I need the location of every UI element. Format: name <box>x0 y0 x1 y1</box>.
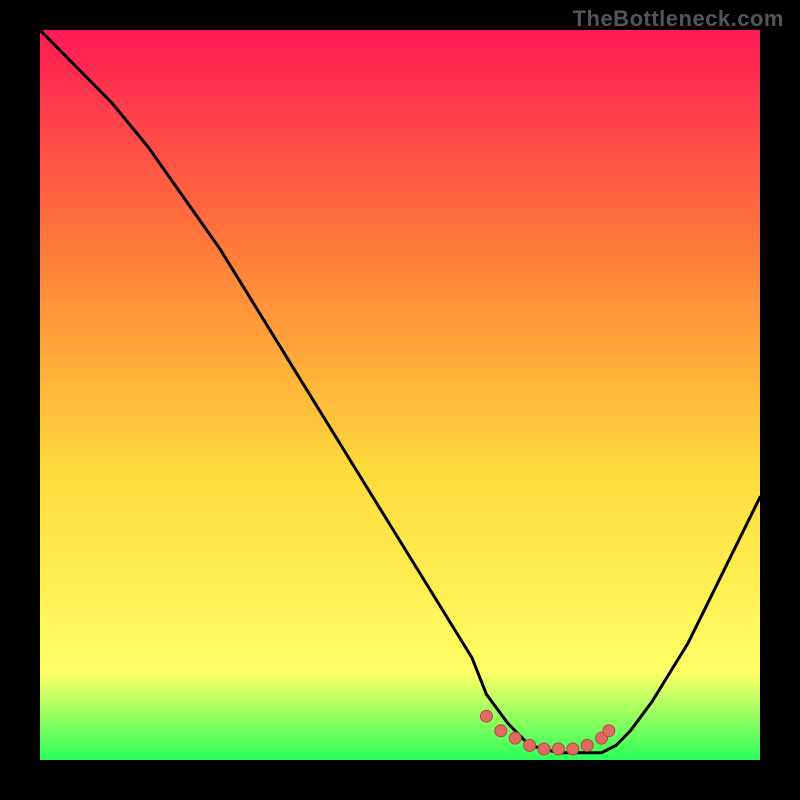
marker-point <box>480 710 492 722</box>
marker-point <box>552 743 564 755</box>
marker-point <box>581 739 593 751</box>
marker-point <box>524 739 536 751</box>
gradient-background <box>40 30 760 760</box>
marker-point <box>567 743 579 755</box>
chart-frame: TheBottleneck.com <box>0 0 800 800</box>
plot-area <box>40 30 760 760</box>
chart-svg <box>40 30 760 760</box>
marker-point <box>509 732 521 744</box>
marker-point <box>603 725 615 737</box>
marker-point <box>538 743 550 755</box>
marker-point <box>495 725 507 737</box>
watermark-text: TheBottleneck.com <box>573 6 784 32</box>
